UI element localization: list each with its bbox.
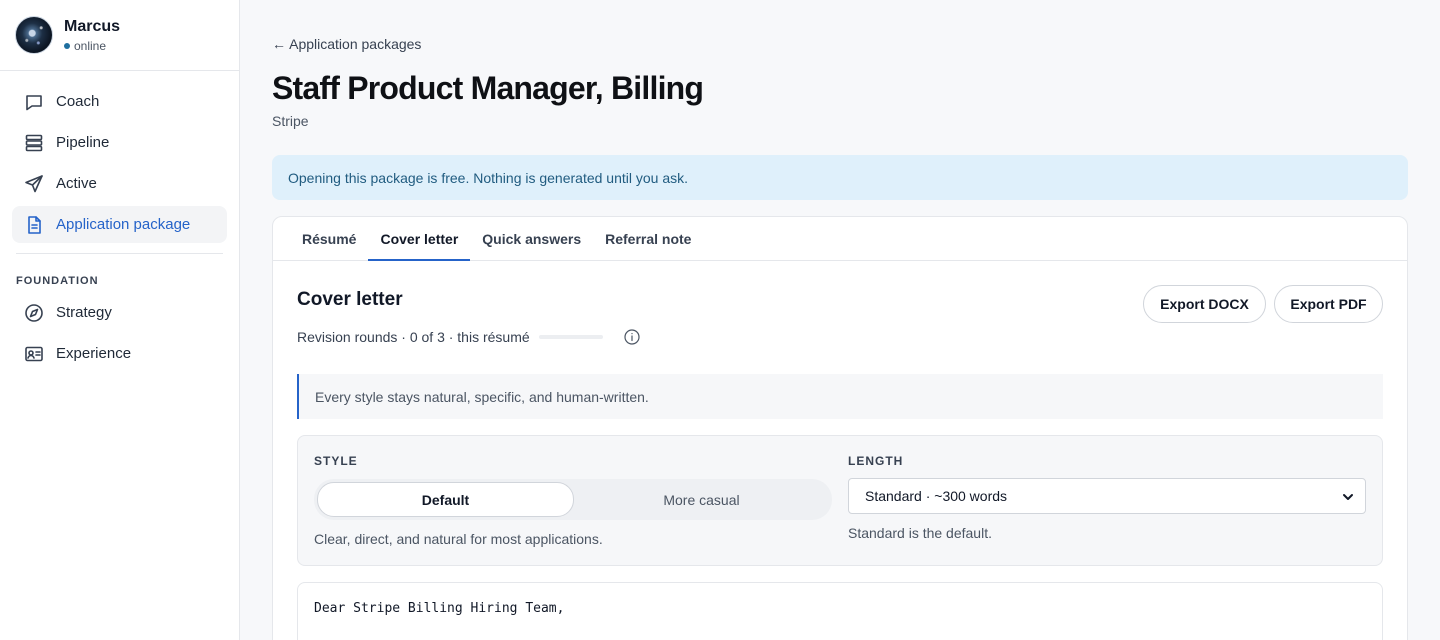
- options-panel: STYLE Default More casual Clear, direct,…: [297, 435, 1383, 566]
- package-card: Résumé Cover letter Quick answers Referr…: [272, 216, 1408, 640]
- sidebar-item-application-package[interactable]: Application package: [12, 206, 227, 243]
- style-toggle: Default More casual: [314, 479, 832, 520]
- user-status-label: online: [74, 38, 107, 53]
- letter-opening: Dear Stripe Billing Hiring Team,: [314, 601, 565, 616]
- section-title: Cover letter: [297, 289, 403, 310]
- length-select[interactable]: Standard · ~300 words: [848, 478, 1366, 514]
- style-note: Every style stays natural, specific, and…: [297, 374, 1383, 419]
- status-dot: [64, 42, 70, 49]
- sidebar-item-coach[interactable]: Coach: [12, 83, 227, 120]
- sidebar-item-label: Coach: [56, 93, 100, 110]
- revision-progress-bar: [538, 335, 603, 339]
- revision-rounds: Revision rounds · 0 of 3 · this résumé: [297, 329, 640, 345]
- paper-plane-icon: [24, 174, 44, 194]
- sidebar-item-experience[interactable]: Experience: [12, 335, 227, 372]
- back-link[interactable]: ← Application packages: [272, 36, 421, 52]
- info-icon[interactable]: [624, 329, 640, 345]
- length-help: Standard is the default.: [848, 525, 992, 541]
- profile-text: Marcus online: [64, 18, 120, 53]
- compass-icon: [24, 303, 44, 323]
- id-card-icon: [24, 344, 44, 364]
- length-label: LENGTH: [848, 454, 904, 468]
- sidebar-item-label: Pipeline: [56, 134, 110, 151]
- style-option-default[interactable]: Default: [317, 482, 574, 517]
- chat-bubble-icon: [24, 92, 44, 112]
- sidebar-item-strategy[interactable]: Strategy: [12, 294, 227, 331]
- style-help: Clear, direct, and natural for most appl…: [314, 531, 603, 547]
- page-title: Staff Product Manager, Billing: [272, 70, 704, 106]
- document-icon: [24, 215, 44, 235]
- sidebar-item-active[interactable]: Active: [12, 165, 227, 202]
- tab-quick-answers[interactable]: Quick answers: [470, 217, 593, 260]
- style-option-more-casual[interactable]: More casual: [574, 482, 829, 517]
- sidebar: Marcus online Coach Pipeline Active Appl…: [0, 0, 240, 640]
- user-status: online: [64, 39, 120, 53]
- tab-bar: Résumé Cover letter Quick answers Referr…: [273, 217, 1407, 261]
- revision-rounds-label: Revision rounds · 0 of 3 · this résumé: [297, 329, 530, 345]
- info-banner: Opening this package is free. Nothing is…: [272, 155, 1408, 200]
- style-label: STYLE: [314, 454, 358, 468]
- length-select-value: Standard · ~300 words: [865, 488, 1008, 504]
- export-pdf-button[interactable]: Export PDF: [1274, 285, 1383, 323]
- main-nav: Coach Pipeline Active Application packag…: [0, 71, 239, 243]
- user-profile[interactable]: Marcus online: [0, 0, 239, 71]
- tab-resume[interactable]: Résumé: [290, 217, 368, 260]
- export-docx-button[interactable]: Export DOCX: [1143, 285, 1266, 323]
- sidebar-item-label: Active: [56, 175, 97, 192]
- sidebar-item-label: Application package: [56, 216, 191, 233]
- cover-letter-editor[interactable]: Dear Stripe Billing Hiring Team,: [297, 582, 1383, 640]
- stack-icon: [24, 133, 44, 153]
- section-label-foundation: FOUNDATION: [16, 275, 99, 287]
- tab-cover-letter[interactable]: Cover letter: [368, 217, 471, 261]
- chevron-down-icon: [1341, 490, 1355, 504]
- sidebar-item-label: Experience: [56, 345, 132, 362]
- tab-referral-note[interactable]: Referral note: [593, 217, 703, 260]
- foundation-nav: Strategy Experience: [0, 290, 239, 372]
- avatar: [15, 16, 53, 54]
- company-name: Stripe: [272, 113, 309, 129]
- user-name: Marcus: [64, 17, 121, 35]
- sidebar-item-label: Strategy: [56, 304, 112, 321]
- sidebar-item-pipeline[interactable]: Pipeline: [12, 124, 227, 161]
